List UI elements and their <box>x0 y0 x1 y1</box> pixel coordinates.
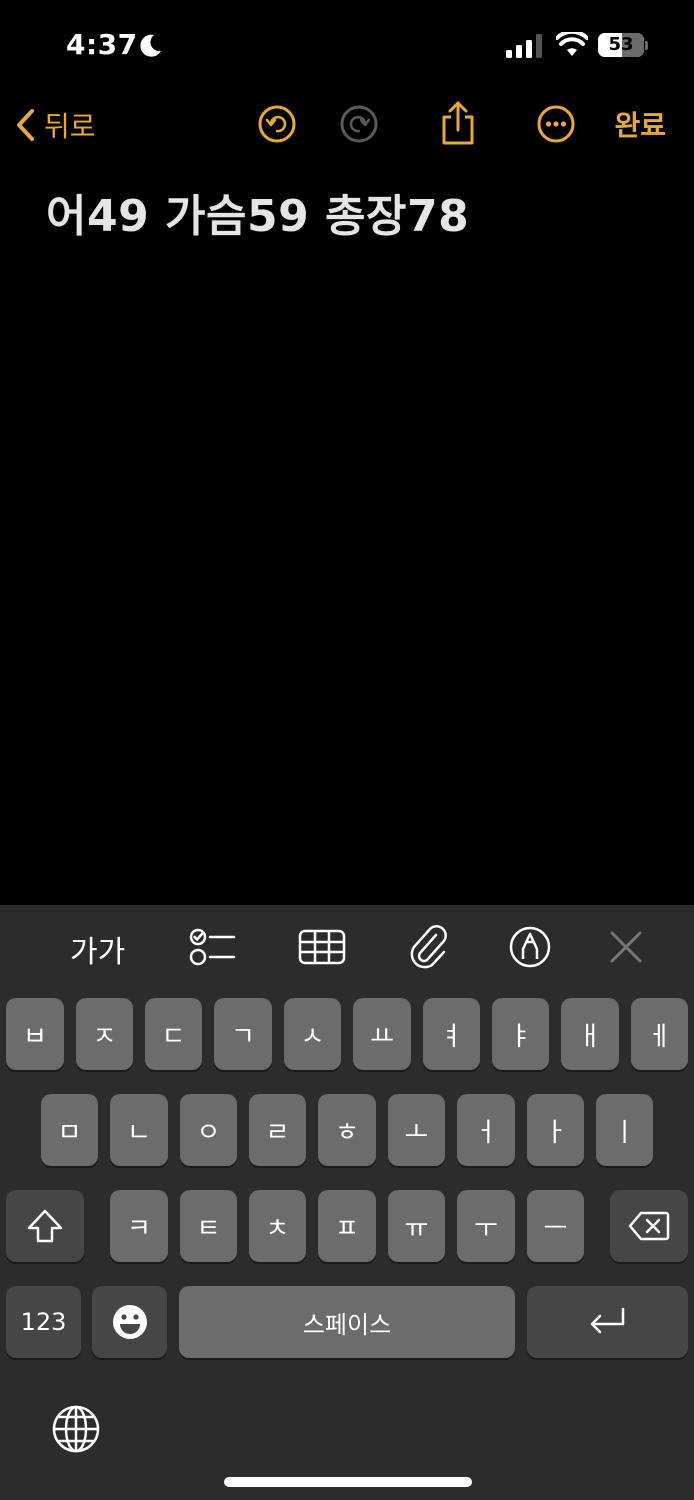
key-k[interactable]: ㅋ <box>110 1190 168 1262</box>
key-ch[interactable]: ㅊ <box>249 1190 306 1262</box>
key-ng[interactable]: ㅇ <box>180 1094 237 1166</box>
home-indicator[interactable] <box>224 1477 472 1487</box>
markup-pen-icon[interactable] <box>508 925 552 969</box>
shift-icon <box>27 1209 63 1243</box>
key-ya[interactable]: ㅑ <box>492 998 549 1070</box>
shift-key[interactable] <box>6 1190 84 1262</box>
key-a[interactable]: ㅏ <box>527 1094 584 1166</box>
paperclip-icon[interactable] <box>406 925 450 969</box>
key-m[interactable]: ㅁ <box>41 1094 98 1166</box>
key-j[interactable]: ㅈ <box>76 998 133 1070</box>
moon-icon <box>140 34 161 57</box>
battery-indicator: 53 <box>598 33 650 59</box>
battery-percent: 53 <box>608 34 634 55</box>
key-eu[interactable]: ㅡ <box>527 1190 584 1262</box>
status-time: 4:37 <box>66 28 138 61</box>
key-h[interactable]: ㅎ <box>318 1094 376 1166</box>
close-keyboard-icon[interactable] <box>608 927 644 967</box>
formatting-toolbar: 가가 <box>0 905 694 985</box>
key-s[interactable]: ㅅ <box>284 998 341 1070</box>
key-yu[interactable]: ㅠ <box>388 1190 445 1262</box>
key-i[interactable]: ㅣ <box>596 1094 653 1166</box>
key-r[interactable]: ㄹ <box>249 1094 306 1166</box>
key-eo[interactable]: ㅓ <box>457 1094 515 1166</box>
wifi-icon <box>556 32 588 56</box>
korean-keyboard: ㅂ ㅈ ㄷ ㄱ ㅅ ㅛ ㅕ ㅑ ㅐ ㅔ ㅁ ㄴ ㅇ ㄹ ㅎ ㅗ ㅓ ㅏ ㅣ ㅋ … <box>0 985 694 1500</box>
backspace-icon <box>628 1211 670 1241</box>
note-body-text[interactable]: 어49 가슴59 총장78 <box>46 180 469 244</box>
key-n[interactable]: ㄴ <box>110 1094 168 1166</box>
emoji-icon <box>112 1305 147 1339</box>
table-icon[interactable] <box>298 925 346 969</box>
more-icon[interactable] <box>536 104 576 144</box>
numbers-key[interactable]: 123 <box>6 1286 81 1358</box>
emoji-key[interactable] <box>92 1286 167 1358</box>
key-d[interactable]: ㄷ <box>145 998 202 1070</box>
back-label: 뒤로 <box>44 110 96 143</box>
key-p[interactable]: ㅍ <box>318 1190 376 1262</box>
return-key[interactable] <box>527 1286 688 1358</box>
key-u[interactable]: ㅜ <box>457 1190 515 1262</box>
key-yo[interactable]: ㅛ <box>353 998 411 1070</box>
key-b[interactable]: ㅂ <box>6 998 64 1070</box>
key-ae[interactable]: ㅐ <box>561 998 619 1070</box>
chevron-left-icon <box>17 109 34 141</box>
checklist-icon[interactable] <box>188 925 236 969</box>
return-icon <box>590 1307 624 1334</box>
backspace-key[interactable] <box>610 1190 688 1262</box>
key-yeo[interactable]: ㅕ <box>423 998 480 1070</box>
cellular-signal-icon <box>506 34 542 58</box>
text-format-button[interactable]: 가가 <box>70 927 125 971</box>
share-icon[interactable] <box>438 100 478 146</box>
back-button[interactable]: 뒤로 <box>14 100 96 150</box>
globe-icon[interactable] <box>51 1404 101 1454</box>
key-t[interactable]: ㅌ <box>180 1190 237 1262</box>
space-key[interactable]: 스페이스 <box>179 1286 515 1358</box>
key-e[interactable]: ㅔ <box>631 998 688 1070</box>
battery-tip <box>645 41 648 50</box>
key-g[interactable]: ㄱ <box>214 998 272 1070</box>
done-button[interactable]: 완료 <box>614 104 666 144</box>
redo-icon[interactable] <box>339 104 379 144</box>
undo-icon[interactable] <box>257 104 297 144</box>
key-o[interactable]: ㅗ <box>388 1094 445 1166</box>
